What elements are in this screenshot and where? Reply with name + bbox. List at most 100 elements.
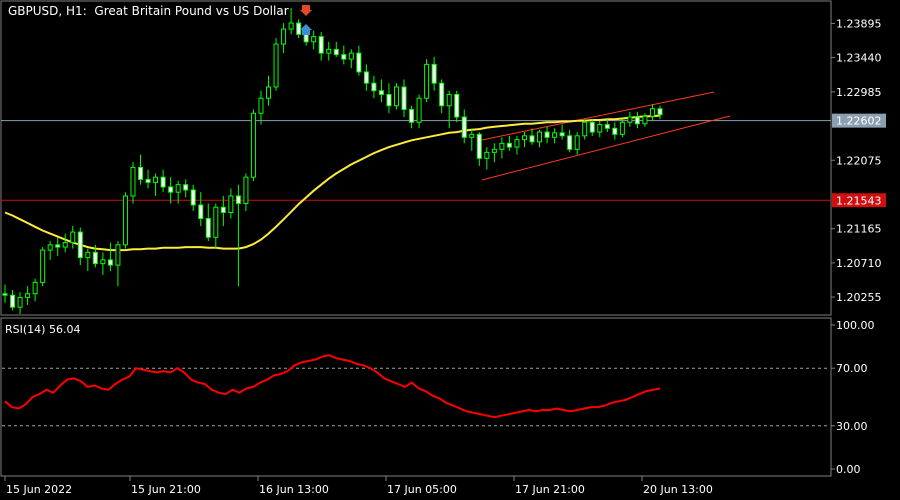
candle-body	[160, 176, 166, 188]
price-tick-label: 1.22985	[836, 86, 882, 99]
candle[interactable]	[122, 192, 128, 249]
candle-body	[153, 176, 159, 183]
candle-body	[250, 112, 256, 178]
time-tick-label: 15 Jun 21:00	[131, 483, 201, 496]
candle-body	[363, 71, 369, 84]
candle-body	[559, 132, 565, 137]
candle-body	[205, 218, 211, 238]
candle-body	[281, 28, 287, 45]
candle-body	[634, 116, 640, 125]
candle-body	[582, 121, 588, 137]
candle-body	[401, 86, 407, 111]
candle-body	[333, 48, 339, 56]
candle-body	[62, 242, 68, 248]
candle-body	[341, 54, 347, 60]
candle-body	[145, 178, 151, 183]
candle-body	[107, 259, 113, 266]
candle-body	[649, 108, 655, 117]
candle-body	[499, 142, 505, 150]
price-axis: 1.23895 1.23440 1.22985 1.22075 1.21165 1.207…	[831, 17, 882, 304]
candle-body	[296, 22, 302, 35]
time-tick-label: 15 Jun 2022	[6, 483, 72, 496]
candle-body	[424, 63, 430, 99]
candle-body	[506, 142, 512, 148]
candle-body	[138, 166, 144, 180]
candle-body	[130, 166, 136, 197]
candle-body	[604, 124, 610, 129]
candle[interactable]	[619, 119, 625, 138]
rsi-tick-label: 70.00	[836, 362, 868, 375]
candle[interactable]	[40, 247, 46, 287]
candle-body	[657, 108, 663, 116]
price-tick-label: 1.22075	[836, 154, 882, 167]
candle-body	[92, 251, 98, 265]
candle-body	[642, 115, 648, 125]
candle-body	[514, 139, 520, 148]
candle[interactable]	[393, 83, 399, 110]
price-tick-label: 1.20255	[836, 291, 882, 304]
candle-body	[469, 133, 475, 138]
candle-body	[386, 93, 392, 107]
candle-body	[521, 135, 527, 141]
candle-body	[318, 36, 324, 54]
candle-body	[544, 131, 550, 138]
time-tick-label: 20 Jun 13:00	[643, 483, 713, 496]
candle-body	[311, 36, 317, 43]
candle-body	[183, 184, 189, 191]
candle-body	[40, 249, 46, 283]
candle-body	[446, 93, 452, 107]
time-tick-label: 16 Jun 13:00	[259, 483, 329, 496]
candle-body	[612, 127, 618, 135]
candle-body	[77, 231, 83, 259]
candle-body	[190, 189, 196, 206]
candle-body	[115, 244, 121, 266]
candle-body	[326, 48, 332, 54]
time-tick-label: 17 Jun 05:00	[387, 483, 457, 496]
candle-body	[220, 206, 226, 214]
current-price-label: 1.22602	[836, 115, 882, 128]
candle-body	[484, 151, 490, 159]
candle-body	[552, 132, 558, 138]
candle-body	[168, 186, 174, 193]
level-price-label: 1.21543	[836, 194, 882, 207]
candle-body	[431, 63, 437, 84]
candle-body	[25, 293, 31, 298]
candle-body	[439, 82, 445, 107]
candle-body	[2, 293, 8, 296]
candle-body	[627, 116, 633, 123]
candle-body	[567, 135, 573, 150]
candle-body	[597, 124, 603, 133]
candle-body	[273, 43, 279, 88]
candle-body	[266, 86, 272, 99]
candle-body	[589, 121, 595, 133]
candle-body	[393, 86, 399, 107]
candle-body	[17, 296, 23, 308]
candle-body	[619, 121, 625, 135]
rsi-tick-label: 100.00	[836, 319, 875, 332]
candle-body	[122, 195, 128, 246]
rsi-tick-label: 30.00	[836, 420, 868, 433]
symbol-label: GBPUSD, H1:	[8, 4, 87, 18]
chart-root[interactable]: 1.23895 1.23440 1.22985 1.22075 1.21165 1.207…	[0, 0, 900, 500]
time-tick-label: 17 Jun 21:00	[515, 483, 585, 496]
symbol-description: Great Britain Pound vs US Dollar	[94, 4, 289, 18]
candle-body	[409, 109, 415, 123]
candle-body	[476, 133, 482, 159]
candle[interactable]	[250, 109, 256, 181]
candle-body	[235, 195, 241, 204]
candle-body	[47, 244, 53, 251]
candle-body	[55, 244, 61, 248]
candle-body	[32, 281, 38, 295]
candle-body	[356, 52, 362, 73]
candle-body	[454, 93, 460, 118]
candle-body	[258, 97, 264, 114]
candle-body	[529, 135, 535, 143]
candle[interactable]	[424, 59, 430, 102]
candle-body	[348, 52, 354, 60]
candle-body	[574, 135, 580, 150]
candle-body	[70, 231, 76, 244]
candle-body	[85, 251, 91, 259]
price-tick-label: 1.23440	[836, 52, 882, 65]
candle-body	[243, 176, 249, 204]
candle[interactable]	[273, 38, 279, 91]
